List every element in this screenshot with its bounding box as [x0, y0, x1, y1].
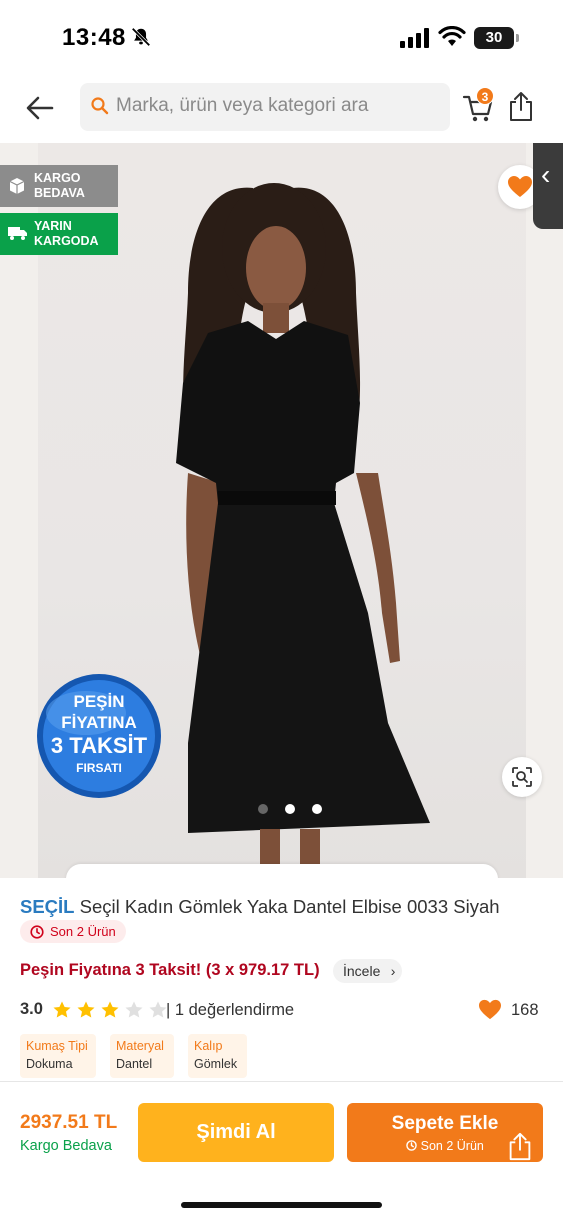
next-day-shipping-badge: YARIN KARGODA [0, 213, 118, 255]
side-panel-handle[interactable]: ‹ [533, 143, 563, 229]
search-icon [91, 97, 109, 115]
clock-icon [30, 925, 44, 939]
battery-icon: 30 [474, 27, 519, 49]
rating-row[interactable]: 3.0 | 1 değerlendirme 168 [20, 998, 543, 1022]
low-stock-label: Son 2 Ürün [50, 924, 116, 939]
price: 2937.51 TL [20, 1112, 118, 1133]
share-icon[interactable] [507, 1131, 533, 1161]
brand-name[interactable]: SEÇİL [20, 896, 74, 917]
incele-button[interactable]: İncele › [333, 959, 403, 983]
rating-score: 3.0 [20, 1000, 43, 1018]
gallery-pagination [258, 804, 324, 816]
installment-text: Peşin Fiyatına 3 Taksit! (3 x 979.17 TL) [20, 961, 320, 979]
back-arrow-icon[interactable] [22, 90, 58, 126]
product-title: SEÇİL Seçil Kadın Gömlek Yaka Dantel Elb… [20, 896, 500, 918]
attribute-chip: Kumaş Tipi Dokuma [20, 1034, 96, 1078]
heart-icon [479, 999, 501, 1020]
box-icon [9, 178, 25, 194]
bell-muted-icon [131, 27, 151, 47]
attribute-chip: Kalıp Gömlek [188, 1034, 247, 1078]
attribute-chip: Materyal Dantel [110, 1034, 174, 1078]
cart-count-badge: 3 [476, 87, 494, 105]
incele-label: İncele [343, 963, 381, 979]
product-details: SEÇİL Seçil Kadın Gömlek Yaka Dantel Elb… [0, 878, 563, 1081]
signal-icon [400, 28, 429, 48]
attribute-label: Materyal [116, 1039, 164, 1053]
chevron-left-icon: ‹ [541, 159, 551, 190]
status-bar: 13:48 30 [0, 0, 563, 72]
star-filled-icon [53, 1001, 71, 1018]
wifi-icon [438, 26, 466, 46]
favorite-count: 168 [511, 1001, 539, 1019]
gallery-dot[interactable] [312, 804, 322, 814]
promo-line3: 3 TAKSİT [51, 733, 148, 758]
overlay-info-strip [66, 864, 498, 878]
add-to-cart-stock-label: Son 2 Ürün [420, 1139, 484, 1153]
share-icon[interactable] [508, 90, 534, 122]
attribute-value: Dokuma [26, 1057, 73, 1071]
low-stock-badge: Son 2 Ürün [20, 920, 126, 943]
promo-line2: FİYATINA [61, 713, 137, 732]
star-filled-icon [101, 1001, 119, 1018]
lens-scan-icon [512, 767, 532, 787]
clock-icon [406, 1140, 417, 1151]
next-day-shipping-label: YARIN KARGODA [34, 219, 99, 248]
search-input[interactable]: Marka, ürün veya kategori ara [80, 83, 450, 131]
product-name: Seçil Kadın Gömlek Yaka Dantel Elbise 00… [79, 896, 500, 917]
buy-now-button[interactable]: Şimdi Al [138, 1103, 334, 1162]
chevron-right-icon: › [390, 963, 396, 979]
attribute-value: Dantel [116, 1057, 153, 1071]
add-to-cart-button[interactable]: Sepete Ekle Son 2 Ürün [347, 1103, 543, 1162]
star-filled-icon [77, 1001, 95, 1018]
status-time: 13:48 [62, 24, 126, 51]
home-indicator [181, 1202, 382, 1208]
attribute-label: Kalıp [194, 1039, 223, 1053]
star-empty-icon [149, 1001, 167, 1018]
search-header: Marka, ürün veya kategori ara 3 [0, 72, 563, 142]
installment-promo-seal: PEŞİN FİYATINA 3 TAKSİT FIRSATI [37, 674, 161, 798]
attribute-label: Kumaş Tipi [26, 1039, 88, 1053]
free-shipping-label: KARGO BEDAVA [34, 171, 85, 200]
attribute-value: Gömlek [194, 1057, 238, 1071]
promo-line1: PEŞİN [73, 692, 124, 711]
free-cargo-label: Kargo Bedava [20, 1138, 112, 1154]
star-empty-icon [125, 1001, 143, 1018]
bottom-action-bar: 2937.51 TL Kargo Bedava Şimdi Al Sepete … [0, 1081, 563, 1219]
product-image-gallery[interactable]: KARGO BEDAVA YARIN KARGODA ‹ PEŞİN FİYAT… [0, 143, 563, 878]
visual-search-button[interactable] [502, 757, 542, 797]
promo-line4: FIRSATI [76, 761, 122, 775]
truck-icon [8, 227, 27, 240]
review-count[interactable]: | 1 değerlendirme [166, 1001, 294, 1020]
search-placeholder: Marka, ürün veya kategori ara [116, 95, 369, 116]
gallery-dot-active[interactable] [285, 804, 295, 814]
heart-icon [508, 176, 532, 197]
free-shipping-badge: KARGO BEDAVA [0, 165, 118, 207]
gallery-dot[interactable] [258, 804, 268, 814]
